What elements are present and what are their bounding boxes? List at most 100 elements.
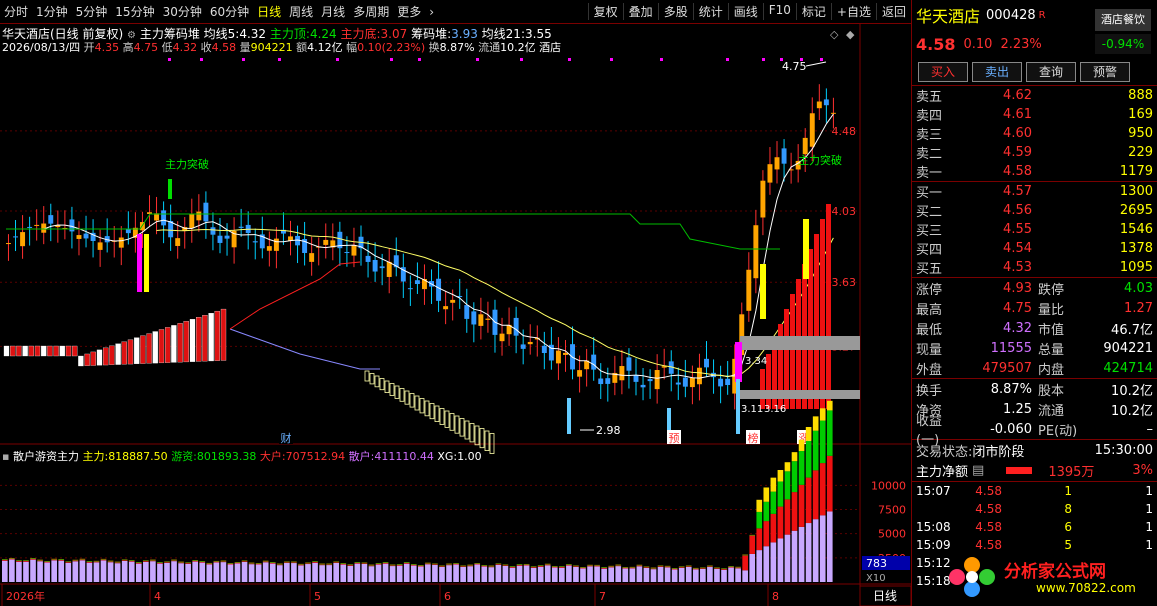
volume-bar	[812, 416, 819, 431]
quote-label: PE(动)	[1038, 423, 1078, 439]
toolbar-action[interactable]: 复权	[587, 3, 623, 20]
period-tab[interactable]: 5分钟	[72, 3, 112, 20]
candle-body	[414, 280, 420, 285]
candle-body	[365, 255, 371, 262]
kline-chart[interactable]: 4.484.033.633.27主力突破主力突破4.752.983.343.11…	[0, 24, 912, 606]
chevron-right-icon[interactable]: ›	[425, 5, 438, 19]
book-row[interactable]: 买五 4.53 1095	[912, 258, 1157, 277]
candle-body	[541, 345, 547, 353]
book-row[interactable]: 买三 4.55 1546	[912, 220, 1157, 239]
volume-bar	[248, 564, 255, 582]
period-tab[interactable]: 15分钟	[111, 3, 158, 20]
volume-bar	[220, 561, 227, 563]
volume-bar	[382, 563, 389, 582]
volume-bar	[107, 561, 114, 563]
book-row[interactable]: 卖二 4.59 229	[912, 143, 1157, 162]
volume-bar	[312, 561, 318, 563]
period-tab[interactable]: 30分钟	[159, 3, 206, 20]
book-row[interactable]: 买四 4.54 1378	[912, 239, 1157, 258]
toolbar-action[interactable]: 返回	[875, 3, 911, 20]
candle-body	[323, 239, 329, 245]
period-tab[interactable]: 1分钟	[32, 3, 72, 20]
volume-bar	[319, 564, 325, 566]
tick-time: 15:09	[916, 538, 951, 552]
candle-body	[704, 358, 709, 368]
signal-dot	[726, 58, 729, 61]
volume-bar	[777, 469, 784, 482]
date-tick-label: 5	[314, 590, 321, 603]
candle-body	[485, 318, 491, 320]
volume-bar	[495, 564, 502, 565]
toolbar-action[interactable]: +自选	[830, 3, 876, 20]
event-tag: 财	[281, 431, 292, 445]
volume-bar	[784, 471, 791, 500]
candle-body	[217, 235, 223, 243]
period-tab[interactable]: 多周期	[349, 3, 393, 20]
volume-bar	[502, 565, 509, 582]
period-tab[interactable]: 更多	[393, 3, 425, 20]
toolbar-action[interactable]: 标记	[795, 3, 831, 20]
ohlc-info: 2026/08/13/四 开4.35 高4.75 低4.32 收4.58 量90…	[2, 41, 562, 54]
volume-bar	[728, 567, 734, 582]
chip-level-label: 3.34	[745, 356, 767, 367]
collapse-icon[interactable]: ▪	[2, 450, 9, 463]
book-row[interactable]: 卖五 4.62 888	[912, 86, 1157, 105]
query-button[interactable]: 查询	[1026, 61, 1076, 82]
toolbar-action[interactable]: 多股	[657, 3, 693, 20]
signal-bar	[144, 234, 149, 292]
candle-body	[633, 374, 639, 382]
book-price: 4.55	[1003, 222, 1032, 237]
candle-body	[288, 236, 293, 241]
volume-bar	[86, 561, 93, 563]
toolbar-action[interactable]: 统计	[692, 3, 728, 20]
chip-bar	[177, 323, 183, 363]
volume-bar	[615, 565, 622, 567]
buy-button[interactable]: 买入	[918, 61, 968, 82]
book-row[interactable]: 卖四 4.61 169	[912, 105, 1157, 124]
period-tab[interactable]: 周线	[285, 3, 317, 20]
period-tab[interactable]: 日线	[253, 3, 285, 20]
industry-tag[interactable]: 酒店餐饮	[1095, 9, 1151, 31]
volume-bar	[65, 562, 72, 582]
toolbar-action[interactable]: 画线	[727, 3, 763, 20]
candle-body	[555, 350, 561, 364]
sell-button[interactable]: 卖出	[972, 61, 1022, 82]
volume-bar	[354, 562, 361, 564]
chip-bar	[22, 345, 28, 357]
tick-count: 1	[1145, 502, 1153, 516]
volume-bar	[509, 567, 516, 582]
candle-body	[746, 269, 752, 311]
chip-bar	[189, 319, 196, 362]
book-row[interactable]: 买二 4.56 2695	[912, 201, 1157, 220]
book-volume: 1095	[1119, 260, 1153, 275]
list-icon[interactable]: ▤	[972, 463, 984, 478]
candle-body	[69, 219, 75, 232]
volume-bar	[805, 426, 812, 441]
alert-button[interactable]: 预警	[1080, 61, 1130, 82]
volume-bar	[544, 565, 551, 582]
quote-stats: 涨停 4.93 跌停 4.03 最高 4.75 量比 1.27 最低 4.32 市值 46.7亿 现量 1…	[912, 278, 1157, 379]
volume-tick-label: 5000	[878, 528, 906, 541]
volume-bar	[749, 535, 756, 554]
main-flow[interactable]: 主力净额 ▤ 1395万 3%	[912, 460, 1157, 482]
diamond-icon: ◇	[830, 28, 839, 41]
period-tab[interactable]: 60分钟	[206, 3, 253, 20]
book-row[interactable]: 买一 4.57 1300	[912, 182, 1157, 201]
chip-bar	[220, 308, 227, 361]
toolbar-action[interactable]: F10	[762, 3, 796, 20]
candle-body	[696, 367, 702, 385]
signal-bar	[137, 234, 142, 292]
period-tab[interactable]: 分时	[0, 3, 32, 20]
volume-bar	[826, 400, 833, 411]
candle-body	[647, 379, 653, 382]
toolbar-action[interactable]: 叠加	[622, 3, 658, 20]
book-level: 买五	[916, 262, 943, 277]
volume-bar	[51, 560, 57, 582]
volume-bar	[559, 566, 565, 568]
candle-body	[689, 377, 695, 388]
book-row[interactable]: 卖三 4.60 950	[912, 124, 1157, 143]
period-tab[interactable]: 月线	[317, 3, 349, 20]
book-row[interactable]: 卖一 4.58 1179	[912, 162, 1157, 181]
candle-body	[13, 236, 18, 238]
volume-bar	[495, 564, 502, 582]
